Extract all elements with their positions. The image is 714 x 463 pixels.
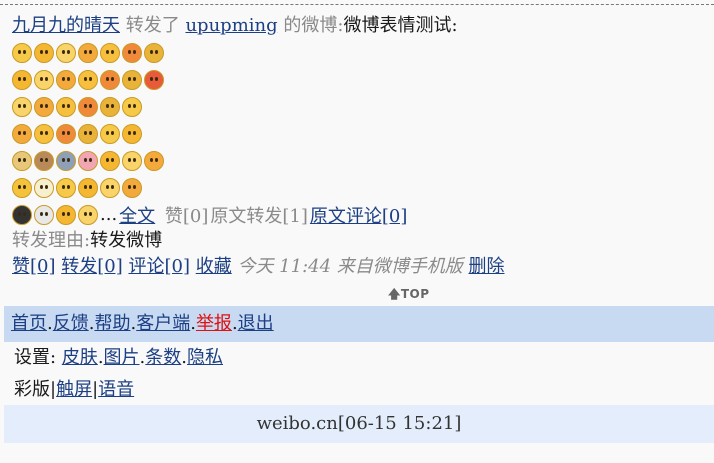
settings-row: 设置: 皮肤.图片.条数.隐私 (14, 346, 223, 370)
cat-emoji-icon (34, 150, 54, 171)
smile-emoji-icon (12, 42, 32, 63)
post-header: 九月九的晴天 转发了 upupming 的微博:微博表情测试: (12, 13, 712, 39)
repost-link[interactable]: 转发[0] (61, 256, 123, 277)
emoji-row (12, 93, 712, 120)
ellipsis: ... (100, 204, 118, 225)
crying-sweat-emoji-icon (78, 96, 98, 117)
original-like-count: 赞[0] (164, 205, 209, 227)
sweat-emoji-icon (78, 69, 98, 90)
top-dashed-divider (0, 4, 714, 5)
settings-images-link[interactable]: 图片 (104, 347, 140, 368)
heart-eyes-emoji-icon (100, 123, 120, 144)
smirk-emoji-icon (56, 69, 76, 90)
nav-feedback-link[interactable]: 反馈 (53, 313, 89, 334)
settings-count-link[interactable]: 条数 (145, 347, 181, 368)
arrow-up-icon: 🡅 (388, 287, 401, 301)
sunglasses-emoji-icon (12, 177, 32, 198)
glasses-emoji-icon (34, 177, 54, 198)
reason-label: 转发理由: (12, 230, 91, 251)
repost-reason: 转发理由:转发微博 (12, 228, 712, 254)
top-label: TOP (400, 287, 430, 301)
doge-emoji-icon (12, 150, 32, 171)
nav-logout-link[interactable]: 退出 (238, 313, 274, 334)
sob-face-emoji-icon (122, 96, 142, 117)
sad-emoji-icon (12, 96, 32, 117)
blush-kiss-emoji-icon (56, 123, 76, 144)
weibo-post: 九月九的晴天 转发了 upupming 的微博:微博表情测试: ... 全文 赞[… (12, 13, 712, 280)
nav-client-link[interactable]: 客户端 (136, 313, 190, 334)
settings-privacy-link[interactable]: 隐私 (187, 347, 223, 368)
scared-emoji-icon (122, 123, 142, 144)
full-text-link[interactable]: 全文 (119, 202, 155, 228)
pig-emoji-icon (78, 150, 98, 171)
repost-action-text: 转发了 (125, 15, 180, 36)
settings-skin-link[interactable]: 皮肤 (62, 347, 98, 368)
footer: weibo.cn[06-15 15:21] (4, 405, 714, 443)
pout-emoji-icon (56, 96, 76, 117)
tease-emoji-icon (122, 69, 142, 90)
grin-teeth-emoji-icon (100, 150, 120, 171)
mode-voice-link[interactable]: 语音 (98, 379, 134, 400)
back-to-top-button[interactable]: 🡅TOP (388, 285, 430, 306)
yawn-emoji-icon (100, 69, 120, 90)
nav-report-link[interactable]: 举报 (196, 313, 232, 334)
grin-emoji-icon (34, 42, 54, 63)
emoji-row (12, 147, 712, 174)
frustrated-emoji-icon (34, 123, 54, 144)
emoji-row: ... 全文 赞[0] 原文转发[1] 原文评论[0] (12, 201, 712, 228)
bottom-nav-bar: 首页.反馈.帮助.客户端.举报.退出 (4, 306, 714, 342)
shy-emoji-icon (100, 42, 120, 63)
surprised-emoji-icon (34, 69, 54, 90)
skull-emoji-icon (34, 204, 54, 225)
original-repost-count: 原文转发[1] (210, 205, 308, 227)
view-mode-row: 彩版|触屏|语音 (14, 378, 134, 402)
favorite-link[interactable]: 收藏 (196, 256, 232, 277)
nav-help-link[interactable]: 帮助 (94, 313, 130, 334)
post-actions: 赞[0] 转发[0] 评论[0] 收藏 今天 11:44 来自微博手机版 删除 (12, 254, 712, 280)
post-timestamp: 今天 11:44 来自微博手机版 (237, 256, 463, 277)
kiss-wink-emoji-icon (56, 42, 76, 63)
emoji-row (12, 66, 712, 93)
emoji-row (12, 120, 712, 147)
emoji-block: ... 全文 赞[0] 原文转发[1] 原文评论[0] (12, 39, 712, 228)
smug-emoji-icon (122, 150, 142, 171)
nav-home-link[interactable]: 首页 (11, 313, 47, 334)
dizzy-emoji-icon (122, 177, 142, 198)
thinking-emoji-icon (144, 150, 164, 171)
delete-link[interactable]: 删除 (469, 256, 505, 277)
shocked-emoji-icon (78, 204, 98, 225)
meh-emoji-icon (56, 177, 76, 198)
laugh-emoji-icon (122, 42, 142, 63)
like-link[interactable]: 赞[0] (12, 256, 56, 277)
hug-emoji-icon (78, 42, 98, 63)
emoji-row (12, 174, 712, 201)
angry-emoji-icon (144, 69, 164, 90)
worried-emoji-icon (34, 96, 54, 117)
husky-emoji-icon (56, 150, 76, 171)
mode-touch-link[interactable]: 触屏 (56, 379, 92, 400)
of-weibo-text: 的微博: (283, 15, 344, 36)
tongue-emoji-icon (12, 69, 32, 90)
cry-emoji-icon (100, 96, 120, 117)
original-comment-link[interactable]: 原文评论[0] (310, 202, 408, 228)
hmm-emoji-icon (56, 204, 76, 225)
emoji-row (12, 39, 712, 66)
black-face-emoji-icon (12, 204, 32, 225)
hearts-emoji-icon (78, 123, 98, 144)
settings-label: 设置: (14, 347, 57, 368)
comment-link[interactable]: 评论[0] (128, 256, 190, 277)
cool-squint-emoji-icon (12, 123, 32, 144)
sweat-smile-emoji-icon (100, 177, 120, 198)
confused-emoji-icon (78, 177, 98, 198)
mode-color-current: 彩版 (14, 379, 50, 400)
rofl-emoji-icon (144, 42, 164, 63)
author-link[interactable]: 九月九的晴天 (12, 15, 120, 36)
post-content: 微博表情测试: (343, 15, 458, 36)
reason-text: 转发微博 (90, 230, 163, 251)
footer-text: weibo.cn[06-15 15:21] (256, 413, 462, 434)
original-author-link[interactable]: upupming (185, 15, 277, 36)
